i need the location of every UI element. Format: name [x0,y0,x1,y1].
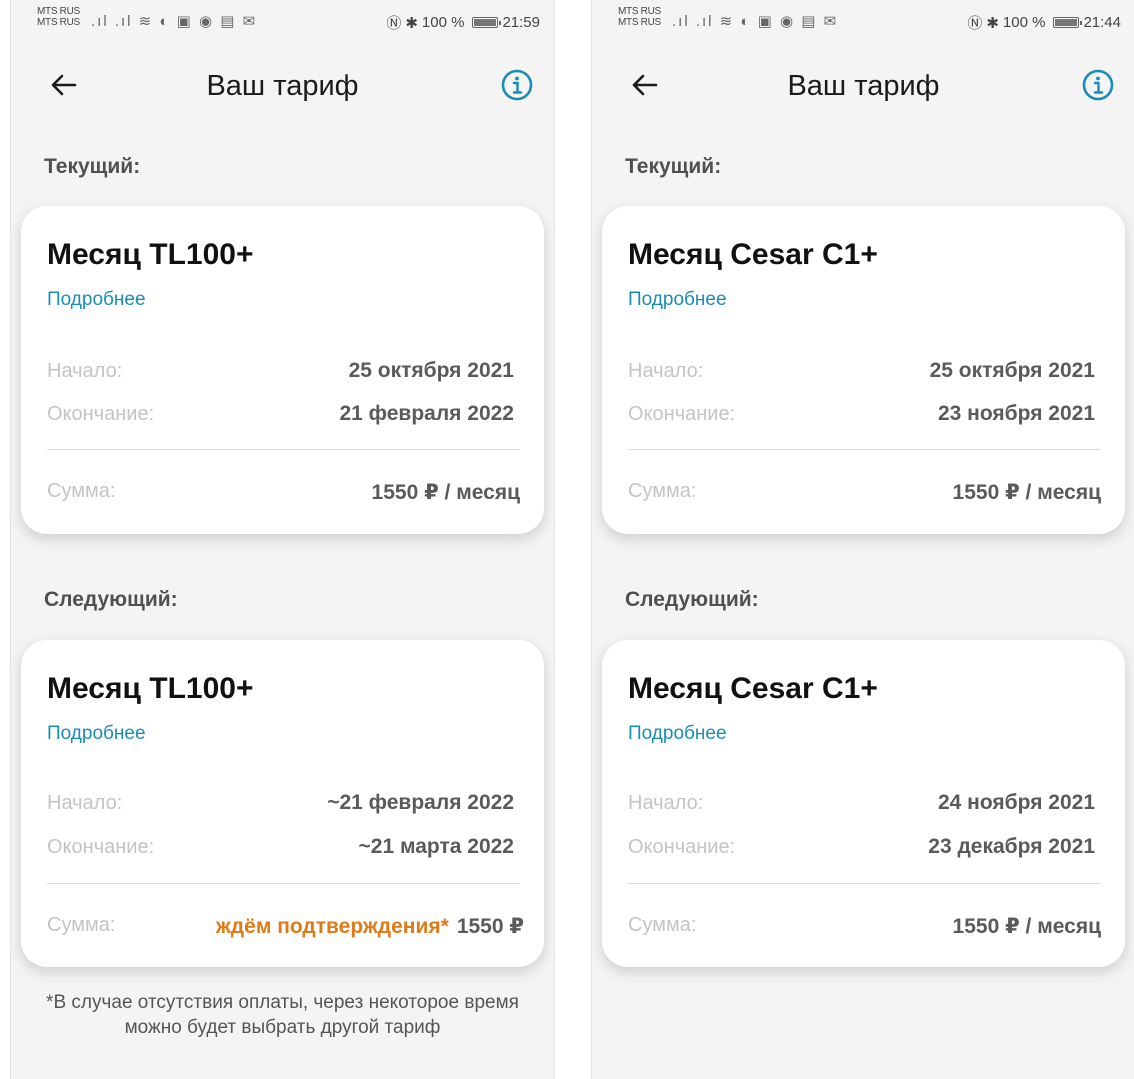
sum-label: Сумма: [47,480,116,502]
next-plan-card: Месяц TL100+ Подробнее Начало: ~21 февра… [21,640,544,967]
battery-percent: 100 % [421,14,465,31]
sum-value: 1550 ₽ / месяц [371,481,520,504]
bluetooth-icon: ✱ [405,14,418,32]
end-value: 23 декабря 2021 [928,835,1095,858]
sum-value: 1550 ₽ [456,915,524,938]
end-label: Окончание: [628,403,736,425]
bluetooth-icon: ✱ [986,14,999,32]
end-value: 23 ноября 2021 [937,402,1095,425]
carrier-labels: MTS RUS MTS RUS [37,6,80,28]
card-divider [47,883,520,884]
nfc-icon: Ⓝ [967,15,983,32]
carrier-1: MTS RUS [618,6,661,17]
carrier-2: MTS RUS [618,17,661,28]
start-value: 25 октября 2021 [929,359,1095,382]
details-link[interactable]: Подробнее [47,289,146,311]
carrier-2: MTS RUS [37,17,80,28]
carrier-labels: MTS RUS MTS RUS [618,6,661,28]
section-current-label: Текущий: [625,155,722,178]
start-label: Начало: [47,360,123,382]
sum-label: Сумма: [628,914,697,936]
pending-confirmation-badge: ждём подтверждения* [215,915,449,938]
info-circle-icon[interactable] [500,68,534,102]
signal-icon: .ıl .ıl ≋ ◐ ▣ ◉ ▤ ✉ [91,13,258,30]
card-divider [47,449,520,450]
clock: 21:59 [502,14,540,31]
status-bar: MTS RUS MTS RUS .ıl .ıl ≋ ◐ ▣ ◉ ▤ ✉ Ⓝ ✱ … [592,0,1134,40]
nfc-icon: Ⓝ [386,15,402,32]
current-plan-card: Месяц TL100+ Подробнее Начало: 25 октябр… [21,206,544,534]
start-label: Начало: [628,360,704,382]
clock: 21:44 [1083,14,1121,31]
phone-screen-right: MTS RUS MTS RUS .ıl .ıl ≋ ◐ ▣ ◉ ▤ ✉ Ⓝ ✱ … [591,0,1134,1079]
phone-screen-left: MTS RUS MTS RUS .ıl .ıl ≋ ◐ ▣ ◉ ▤ ✉ Ⓝ ✱ … [10,0,555,1079]
page-title: Ваш тариф [787,70,940,102]
footnote: *В случае отсутствия оплаты, через некот… [46,992,519,1038]
card-divider [628,449,1101,450]
sum-value: 1550 ₽ / месяц [952,915,1101,938]
start-value: 24 ноября 2021 [937,791,1095,814]
current-plan-card: Месяц Cesar C1+ Подробнее Начало: 25 окт… [602,206,1125,534]
start-value: 25 октября 2021 [348,359,514,382]
battery-percent: 100 % [1002,14,1046,31]
plan-title: Месяц Cesar C1+ [628,672,878,705]
details-link[interactable]: Подробнее [628,723,727,745]
start-label: Начало: [628,792,704,814]
section-current-label: Текущий: [44,155,141,178]
status-right: Ⓝ ✱ 100 % 21:59 [386,12,540,33]
signal-icon: .ıl .ıl ≋ ◐ ▣ ◉ ▤ ✉ [672,13,839,30]
end-label: Окончание: [47,836,155,858]
sum-label: Сумма: [628,480,697,502]
end-label: Окончание: [628,836,736,858]
sum-value: 1550 ₽ / месяц [952,481,1101,504]
app-header: Ваш тариф [592,64,1134,114]
plan-title: Месяц TL100+ [47,238,254,271]
carrier-1: MTS RUS [37,6,80,17]
battery-icon [1053,17,1083,28]
details-link[interactable]: Подробнее [47,723,146,745]
plan-title: Месяц Cesar C1+ [628,238,878,271]
sum-label: Сумма: [47,914,116,936]
plan-title: Месяц TL100+ [47,672,254,705]
next-plan-card: Месяц Cesar C1+ Подробнее Начало: 24 ноя… [602,640,1125,967]
details-link[interactable]: Подробнее [628,289,727,311]
app-header: Ваш тариф [11,64,554,114]
section-next-label: Следующий: [44,588,178,611]
card-divider [628,883,1101,884]
start-value: ~21 февраля 2022 [327,791,514,814]
end-value: 21 февраля 2022 [339,402,514,425]
start-label: Начало: [47,792,123,814]
info-circle-icon[interactable] [1081,68,1115,102]
end-value: ~21 марта 2022 [358,835,514,858]
sum-value-group: ждём подтверждения* 1550 ₽ [216,914,524,939]
end-label: Окончание: [47,403,155,425]
battery-icon [472,17,502,28]
status-right: Ⓝ ✱ 100 % 21:44 [967,12,1121,33]
section-next-label: Следующий: [625,588,759,611]
page-title: Ваш тариф [206,70,359,102]
status-bar: MTS RUS MTS RUS .ıl .ıl ≋ ◐ ▣ ◉ ▤ ✉ Ⓝ ✱ … [11,0,554,40]
